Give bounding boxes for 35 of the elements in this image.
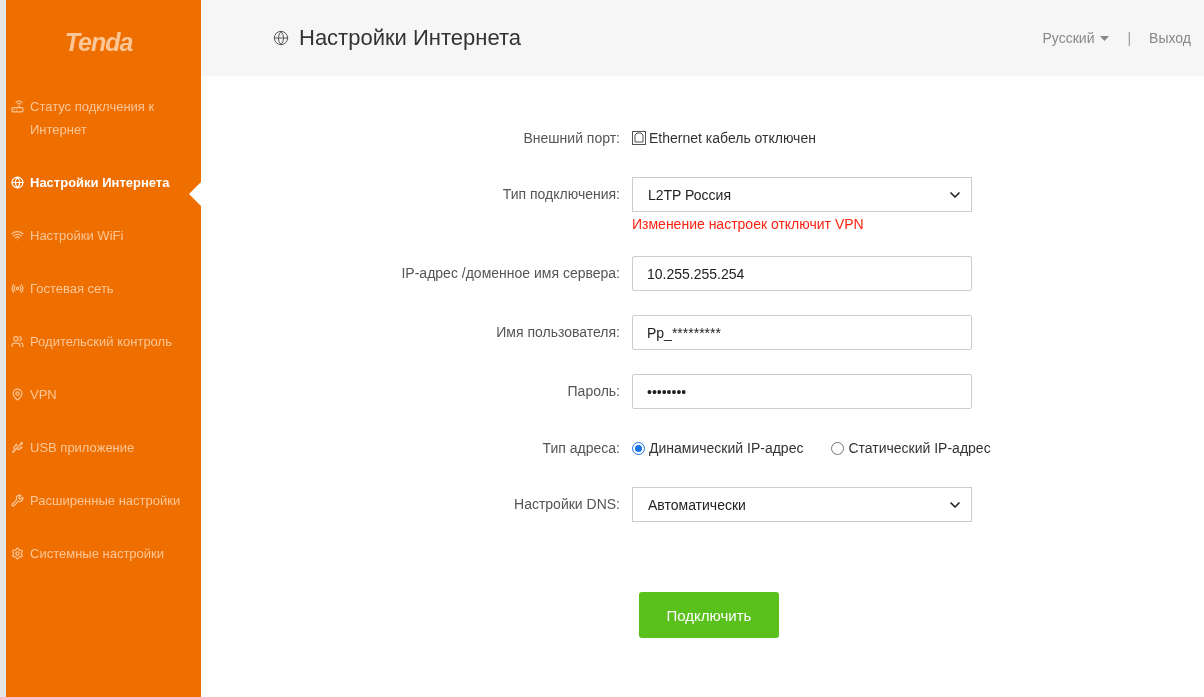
active-pointer <box>189 182 201 206</box>
sidebar-item[interactable]: Расширенные настройки <box>11 489 201 512</box>
field-label: Имя пользователя: <box>495 323 620 342</box>
logo: Tenda <box>64 28 133 57</box>
caret-icon <box>1100 35 1110 41</box>
field-label: Внешний порт: <box>522 129 620 148</box>
sidebar-item[interactable]: Настройки WiFi <box>11 224 201 247</box>
sidebar-item[interactable]: VPN <box>11 383 201 406</box>
field-label: Настройки DNS: <box>513 495 620 514</box>
input-field[interactable]: Pp_********* <box>632 315 972 350</box>
input-field[interactable]: •••••••• <box>632 374 972 409</box>
sidebar-item[interactable]: Системные настройки <box>11 542 201 565</box>
field-label: IP-адрес /доменное имя сервера: <box>400 264 620 283</box>
separator: | <box>1127 30 1132 46</box>
select-field[interactable]: Автоматически <box>632 487 972 522</box>
sidebar-item[interactable]: USB приложение <box>11 436 201 459</box>
sidebar-item[interactable]: Настройки Интернета <box>11 171 201 194</box>
field-label: Пароль: <box>566 382 620 401</box>
sidebar-item[interactable]: Статус подклчения к Интернет <box>11 95 201 141</box>
radio-option[interactable]: Динамический IP-адрес <box>632 440 804 456</box>
input-field[interactable]: 10.255.255.254 <box>632 256 972 291</box>
logout-link[interactable]: Выход <box>1149 30 1191 46</box>
port-status: Ethernet кабель отключен <box>632 123 1204 153</box>
field-label: Тип подключения: <box>501 185 620 204</box>
warning-text: Изменение настроек отключит VPN <box>632 216 865 232</box>
connect-button[interactable]: Подключить <box>639 592 779 638</box>
select-field[interactable]: L2TP Россия <box>632 177 972 212</box>
radio-option[interactable]: Статический IP-адрес <box>831 440 991 456</box>
sidebar-item[interactable]: Родительский контроль <box>11 330 201 353</box>
sidebar-item[interactable]: Гостевая сеть <box>11 277 201 300</box>
ethernet-port-icon <box>632 131 646 145</box>
globe-icon <box>273 30 289 46</box>
page-title: Настройки Интернета <box>299 25 522 51</box>
field-label: Тип адреса: <box>541 439 620 458</box>
language-dropdown[interactable]: Русский <box>1042 30 1110 46</box>
